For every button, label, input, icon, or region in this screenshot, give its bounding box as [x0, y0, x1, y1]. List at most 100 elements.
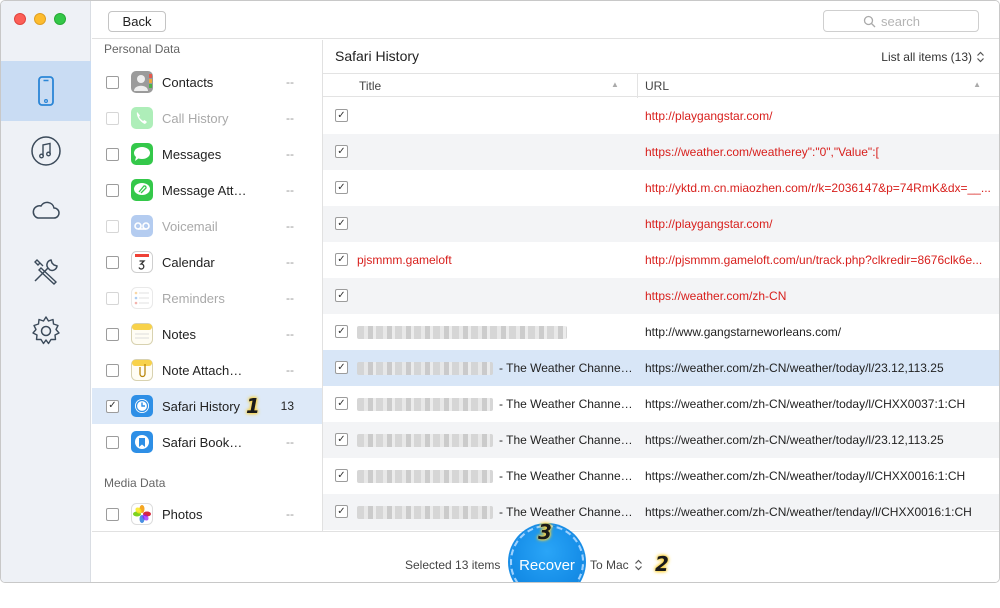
row-checkbox[interactable]: ✓ — [335, 217, 348, 230]
row-checkbox[interactable]: ✓ — [335, 361, 348, 374]
category-checkbox[interactable] — [106, 291, 119, 305]
rail-settings[interactable] — [1, 301, 91, 361]
row-checkbox[interactable]: ✓ — [335, 325, 348, 338]
sort-arrow-icon[interactable]: ▲ — [611, 80, 619, 89]
redacted-text — [357, 398, 493, 412]
category-checkbox[interactable] — [106, 75, 119, 89]
row-checkbox[interactable]: ✓ — [335, 469, 348, 482]
selection-count: Selected 13 items — [405, 558, 501, 572]
table-row[interactable]: ✓ pjsmmm.gameloft http://pjsmmm.gameloft… — [323, 242, 999, 278]
row-url: https://weather.com/zh-CN/weather/today/… — [645, 433, 944, 447]
row-url: https://weather.com/zh-CN/weather/today/… — [645, 361, 944, 375]
category-label: Reminders — [162, 290, 225, 306]
row-checkbox[interactable]: ✓ — [335, 253, 348, 266]
table-row[interactable]: ✓ - The Weather Channel… https://weather… — [323, 422, 999, 458]
calendar-icon — [130, 250, 154, 274]
table-row[interactable]: ✓ http://www.gangstarneworleans.com/ — [323, 314, 999, 350]
category-label: Messages — [162, 146, 222, 162]
category-panel: Personal Data Contacts -- Call History -… — [92, 40, 323, 531]
row-checkbox[interactable]: ✓ — [335, 181, 348, 194]
category-label: Safari Book… — [162, 434, 243, 450]
gear-icon — [32, 316, 60, 345]
category-checkbox[interactable] — [106, 147, 119, 161]
category-count: -- — [286, 327, 294, 341]
category-count: -- — [286, 255, 294, 269]
category-checkbox[interactable] — [106, 327, 119, 341]
category-reminders[interactable]: Reminders -- — [92, 280, 322, 316]
category-safari-history[interactable]: ✓ Safari History 1 13 — [92, 388, 322, 424]
rail-tools[interactable] — [1, 241, 91, 301]
toolbar: Back — [92, 1, 999, 39]
category-notes[interactable]: Notes -- — [92, 316, 322, 352]
table-row-highlighted[interactable]: ✓ - The Weather Channel… https://weather… — [323, 350, 999, 386]
updown-chevron-icon — [977, 51, 984, 63]
sort-arrow-icon[interactable]: ▲ — [973, 80, 981, 89]
category-count: -- — [286, 435, 294, 449]
category-messages[interactable]: Messages -- — [92, 136, 322, 172]
back-button[interactable]: Back — [108, 11, 166, 32]
table-row[interactable]: ✓ - The Weather Channel… https://weather… — [323, 494, 999, 530]
row-checkbox[interactable]: ✓ — [335, 289, 348, 302]
reminders-icon — [130, 286, 154, 310]
category-checkbox[interactable] — [106, 219, 119, 233]
row-title: - The Weather Channel… — [357, 433, 635, 448]
redacted-text — [357, 326, 567, 340]
category-checkbox[interactable] — [106, 111, 119, 125]
category-count: -- — [286, 111, 294, 125]
mode-rail — [1, 1, 91, 582]
close-window-button[interactable] — [14, 13, 26, 25]
window-controls — [14, 13, 66, 25]
category-count: -- — [286, 507, 294, 521]
category-safari-bookmarks[interactable]: Safari Book… -- — [92, 424, 322, 460]
table-row[interactable]: ✓ - The Weather Channel… https://weather… — [323, 458, 999, 494]
safari-bookmark-icon — [130, 430, 154, 454]
row-checkbox[interactable]: ✓ — [335, 109, 348, 122]
category-contacts[interactable]: Contacts -- — [92, 64, 322, 100]
zoom-window-button[interactable] — [54, 13, 66, 25]
row-title: pjsmmm.gameloft — [357, 253, 452, 267]
category-checkbox[interactable] — [106, 363, 119, 377]
list-filter-dropdown[interactable]: List all items (13) — [881, 50, 985, 64]
rail-icloud[interactable] — [1, 181, 91, 241]
minimize-window-button[interactable] — [34, 13, 46, 25]
row-checkbox[interactable]: ✓ — [335, 505, 348, 518]
row-checkbox[interactable]: ✓ — [335, 397, 348, 410]
table-row[interactable]: ✓ http://playgangstar.com/ — [323, 98, 999, 134]
row-title: - The Weather Channel… — [357, 505, 635, 520]
category-note-attachments[interactable]: Note Attach… -- — [92, 352, 322, 388]
section-personal-data: Personal Data — [104, 42, 181, 56]
table-header: Title ▲ URL ▲ — [323, 73, 999, 98]
table-row[interactable]: ✓ http://yktd.m.cn.miaozhen.com/r/k=2036… — [323, 170, 999, 206]
category-call-history[interactable]: Call History -- — [92, 100, 322, 136]
category-voicemail[interactable]: Voicemail -- — [92, 208, 322, 244]
destination-dropdown[interactable]: To Mac — [590, 558, 643, 572]
music-icon — [31, 136, 61, 166]
category-label: Safari History — [162, 398, 241, 414]
table-row[interactable]: ✓ https://weather.com/zh-CN — [323, 278, 999, 314]
category-photos[interactable]: Photos -- — [92, 496, 322, 531]
category-checkbox[interactable] — [106, 435, 119, 449]
row-title: - The Weather Channel… — [357, 397, 635, 412]
category-checkbox[interactable] — [106, 507, 119, 521]
column-header-title[interactable]: Title — [359, 79, 381, 93]
category-count: -- — [286, 75, 294, 89]
rail-device[interactable] — [1, 61, 91, 121]
table-row[interactable]: ✓ https://weather.com/weatherey":"0","Va… — [323, 134, 999, 170]
row-checkbox[interactable]: ✓ — [335, 433, 348, 446]
search-input[interactable] — [881, 13, 939, 29]
row-title: - The Weather Channel… — [357, 361, 635, 376]
table-row[interactable]: ✓ - The Weather Channel… https://weather… — [323, 386, 999, 422]
rail-itunes[interactable] — [1, 121, 91, 181]
category-checkbox[interactable] — [106, 255, 119, 269]
search-icon — [863, 15, 876, 27]
row-url: http://yktd.m.cn.miaozhen.com/r/k=203614… — [645, 181, 991, 195]
category-message-attachments[interactable]: Message Att… -- — [92, 172, 322, 208]
column-header-url[interactable]: URL — [645, 79, 669, 93]
row-checkbox[interactable]: ✓ — [335, 145, 348, 158]
category-checkbox[interactable] — [106, 183, 119, 197]
category-count: -- — [286, 147, 294, 161]
table-row[interactable]: ✓ http://playgangstar.com/ — [323, 206, 999, 242]
category-calendar[interactable]: Calendar -- — [92, 244, 322, 280]
category-checkbox-checked[interactable]: ✓ — [106, 399, 119, 413]
search-box[interactable] — [823, 10, 979, 32]
